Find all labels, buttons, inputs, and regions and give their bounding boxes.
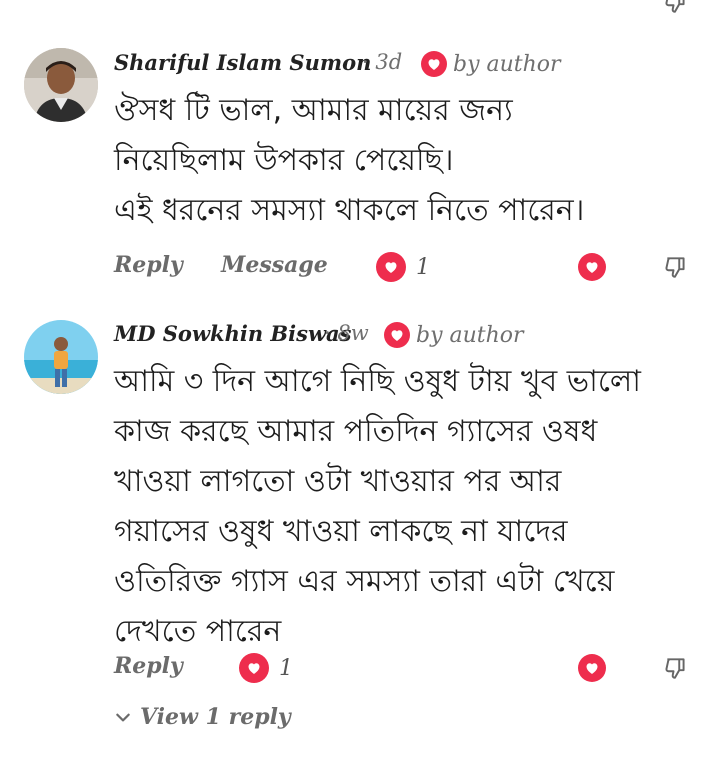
comment-line: ঔসধ টি ভাল, আমার মায়ের জন্য bbox=[114, 93, 513, 128]
timestamp: · 3d bbox=[362, 50, 403, 74]
thumbs-down-icon[interactable] bbox=[662, 253, 690, 281]
like-button[interactable] bbox=[578, 253, 606, 281]
reply-button[interactable]: Reply bbox=[114, 653, 183, 679]
comment-line: ওতিরিক্ত গ্যাস এর সমস্যা তারা এটা খেয়ে bbox=[114, 564, 615, 599]
like-count: 1 bbox=[239, 653, 293, 683]
comment-line: কাজ করছে আমার পতিদিন গ্যাসের ওষধ bbox=[114, 414, 598, 449]
heart-icon bbox=[586, 663, 598, 674]
comment-line: খাওয়া লাগতো ওটা খাওয়ার পর আর bbox=[114, 464, 562, 499]
heart-icon bbox=[239, 653, 269, 683]
comment-line: গয়াসের ওষুধ খাওয়া লাকছে না যাদের bbox=[114, 514, 568, 549]
comment-line: এই ধরনের সমস্যা থাকলে নিতে পারেন। bbox=[114, 193, 585, 228]
author-name[interactable]: MD Sowkhin Biswas bbox=[114, 321, 351, 346]
comment-text: ঔসধ টি ভাল, আমার মায়ের জন্য নিয়েছিলাম … bbox=[114, 86, 584, 236]
heart-icon bbox=[376, 252, 406, 282]
message-button[interactable]: Message bbox=[221, 252, 328, 278]
heart-icon bbox=[586, 262, 598, 273]
comment: MD Sowkhin Biswas · 8w by author আমি ৩ দ… bbox=[0, 300, 720, 767]
like-count-value: 1 bbox=[279, 655, 293, 681]
like-button[interactable] bbox=[578, 654, 606, 682]
avatar[interactable] bbox=[24, 320, 98, 394]
comment-line: নিয়েছিলাম উপকার পেয়েছি। bbox=[114, 143, 454, 178]
comment-text: আমি ৩ দিন আগে নিছি ওষুধ টায় খুব ভালো কা… bbox=[114, 357, 641, 657]
comment: Shariful Islam Sumon · 3d by author ঔসধ … bbox=[0, 0, 720, 300]
author-name[interactable]: Shariful Islam Sumon bbox=[114, 50, 371, 75]
reply-button[interactable]: Reply bbox=[114, 252, 183, 278]
chevron-down-icon bbox=[116, 713, 130, 722]
like-count-value: 1 bbox=[416, 254, 430, 280]
author-badge: by author bbox=[384, 322, 524, 348]
badge-label: by author bbox=[416, 322, 524, 348]
comment-line: আমি ৩ দিন আগে নিছি ওষুধ টায় খুব ভালো bbox=[114, 364, 641, 399]
view-replies-label: View 1 reply bbox=[140, 704, 291, 730]
view-replies-button[interactable]: View 1 reply bbox=[114, 704, 291, 730]
like-count: 1 bbox=[376, 252, 430, 282]
timestamp: · 8w bbox=[324, 321, 369, 345]
author-badge: by author bbox=[421, 51, 561, 77]
heart-icon bbox=[384, 322, 410, 348]
avatar[interactable] bbox=[24, 48, 98, 122]
heart-icon bbox=[421, 51, 447, 77]
badge-label: by author bbox=[453, 51, 561, 77]
comment-line: দেখতে পারেন bbox=[114, 614, 282, 649]
thumbs-down-icon[interactable] bbox=[662, 654, 690, 682]
